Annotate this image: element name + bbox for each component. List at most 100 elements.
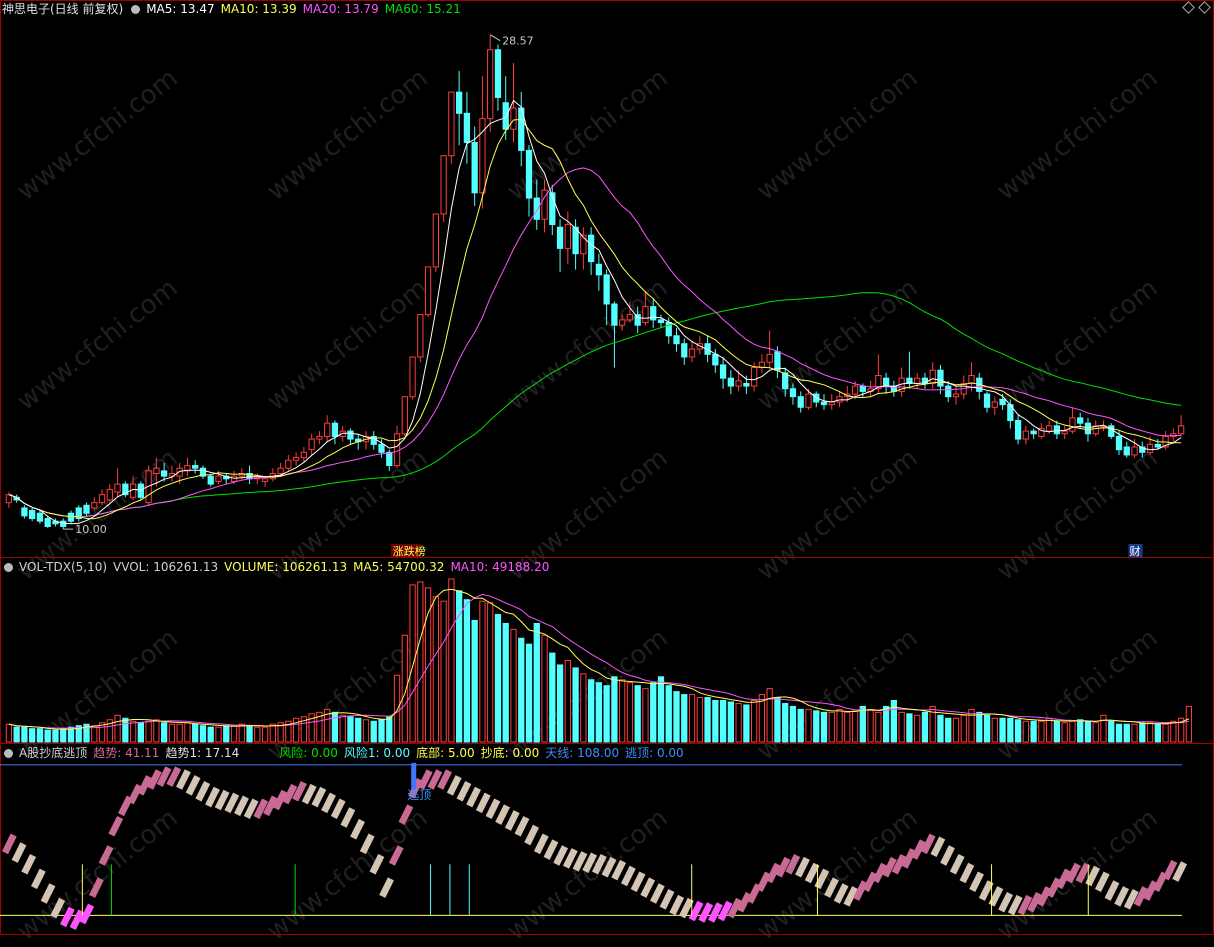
trend-bar: [1162, 859, 1178, 881]
candle-down: [882, 377, 890, 387]
buy-bottom-label: 抄底: 0.00: [480, 746, 540, 760]
volume-bar-down: [712, 700, 719, 743]
volume-bar-down: [1108, 720, 1115, 743]
volume-bar-up: [215, 726, 222, 743]
candle-up: [300, 451, 308, 459]
volume-bar-down: [36, 728, 44, 743]
volume-bar-down: [525, 643, 533, 743]
indicator-name: A股抄底逃顶: [19, 746, 88, 760]
volume-bar-down: [1014, 719, 1022, 743]
candle-down: [712, 353, 719, 366]
trend-bar: [669, 894, 685, 916]
candle-up: [91, 502, 98, 509]
candle-up: [393, 433, 401, 467]
volume-bar-up: [184, 722, 191, 743]
volume-bar-down: [611, 676, 618, 743]
candle-down: [611, 303, 618, 326]
ma10-line: [8, 118, 1182, 520]
candle-down: [859, 385, 866, 392]
candle-down: [681, 343, 688, 358]
candle-down: [937, 369, 944, 387]
volume-bar-up: [339, 714, 346, 743]
trend-bar: [456, 780, 472, 802]
candle-down: [471, 141, 478, 194]
volume-bar-down: [743, 704, 750, 743]
volume-bar-up: [619, 679, 626, 743]
risk1-label: 风险1: 0.00: [343, 746, 411, 760]
volume-bar-up: [230, 725, 238, 743]
candle-down: [83, 504, 90, 514]
volume-bar-up: [875, 711, 882, 743]
volume-bar-up: [1022, 720, 1029, 743]
trend-bar: [446, 775, 462, 796]
candle-down: [556, 226, 564, 249]
candle-up: [851, 385, 859, 395]
volume-bar-up: [1092, 722, 1099, 743]
volume-bar-up: [1061, 722, 1068, 743]
trend-bar: [650, 883, 665, 904]
trend-bar: [775, 856, 791, 878]
volume-bar-up: [828, 711, 835, 743]
trend-bar: [398, 804, 414, 825]
trend-bar: [495, 804, 511, 825]
trend-bar: [1094, 871, 1110, 893]
volume-bar-up: [393, 674, 401, 743]
trend-bar: [234, 795, 249, 817]
candle-down: [743, 382, 750, 387]
trend-bar: [901, 848, 917, 869]
candle-up: [308, 438, 315, 451]
volume-bar-up: [417, 581, 424, 743]
trend-bar: [940, 845, 955, 866]
volume-bar-up: [487, 602, 494, 743]
candle-up: [114, 483, 121, 493]
vvol-label: VVOL: 106261.13: [113, 560, 219, 574]
trend-bar: [98, 845, 114, 866]
volume-bar-up: [409, 584, 416, 743]
trend-bar: [89, 877, 104, 898]
vol-ma10-label: MA10: 49188.20: [450, 560, 550, 574]
volume-bar-down: [704, 697, 711, 743]
trend-bar: [311, 786, 327, 808]
trend-bar: [688, 900, 704, 922]
trend-bar: [40, 883, 56, 904]
candle-down: [587, 234, 595, 263]
trend-bar: [785, 853, 801, 875]
candle-down: [36, 512, 44, 522]
volume-bar-down: [137, 722, 144, 743]
ma60-label: MA60: 15.21: [384, 2, 461, 16]
volume-bar-up: [968, 708, 975, 743]
volume-bar-down: [471, 619, 478, 743]
volume-bar-down: [921, 711, 929, 743]
settings-circle-icon[interactable]: [131, 5, 141, 14]
candle-down: [137, 483, 144, 498]
candle-up: [805, 393, 812, 408]
volume-bar-down: [1115, 723, 1123, 743]
volume-bar-up: [114, 714, 121, 743]
indicator-settings-circle-icon[interactable]: [4, 749, 13, 758]
candle-down: [945, 385, 952, 398]
candle-up: [440, 155, 447, 215]
volume-panel-header: VOL-TDX(5,10) VVOL: 106261.13 VOLUME: 1062…: [2, 559, 555, 576]
trend-bar: [582, 852, 598, 874]
chart-canvas[interactable]: 28.57 10.00 涨跌榜 财逃顶: [0, 0, 1214, 935]
volume-bar-down: [456, 590, 463, 743]
volume-bar-up: [580, 673, 587, 743]
candle-up: [564, 224, 571, 249]
stock-title: 神思电子(日线 前复权): [2, 2, 124, 16]
trend-bar: [50, 897, 66, 919]
trend-bar: [1172, 861, 1188, 882]
volume-bar-down: [386, 716, 393, 743]
volume-bar-up: [261, 726, 269, 743]
candle-up: [688, 348, 696, 358]
volume-bar-up: [5, 723, 13, 743]
volume-bar-down: [192, 723, 199, 743]
ma10-label: MA10: 13.39: [220, 2, 297, 16]
volume-bar-down: [60, 728, 67, 743]
candle-down: [207, 475, 214, 485]
volume-settings-circle-icon[interactable]: [4, 563, 13, 572]
volume-bar-up: [440, 600, 447, 743]
volume-bar-down: [331, 711, 339, 743]
volume-bar-up: [238, 723, 245, 743]
candle-up: [1046, 425, 1053, 432]
trend-bar: [1104, 880, 1120, 901]
